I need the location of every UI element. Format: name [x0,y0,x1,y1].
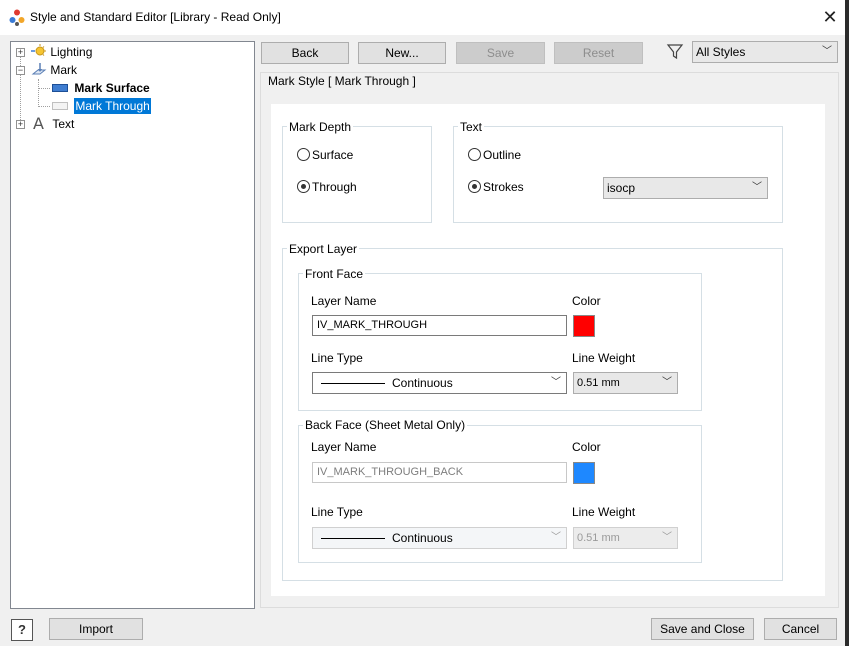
expand-icon[interactable]: + [16,120,25,129]
mark-depth-group [282,126,432,223]
outline-radio[interactable] [468,148,481,161]
tree-item-label: Mark Surface [74,81,150,95]
strokes-radio-label: Strokes [483,180,524,194]
reset-button[interactable]: Reset [554,42,643,64]
help-icon[interactable]: ? [11,619,33,641]
surface-radio[interactable] [297,148,310,161]
save-and-close-button[interactable]: Save and Close [651,618,754,640]
style-filter-dropdown[interactable]: All Styles ﹀ [692,41,838,63]
filter-icon[interactable] [666,43,684,61]
back-face-label: Back Face (Sheet Metal Only) [303,418,468,432]
text-group-label: Text [458,120,485,134]
text-group [453,126,783,223]
panel-title: Mark Style [ Mark Through ] [266,74,418,88]
text-font-value: isocp [607,181,636,195]
back-line-type-label: Line Type [311,505,363,519]
back-button[interactable]: Back [261,42,349,64]
save-button[interactable]: Save [456,42,545,64]
style-filter-value: All Styles [696,45,746,59]
text-icon: A [33,114,44,133]
chevron-down-icon: ﹀ [551,377,561,388]
tree-item-mark-through[interactable]: Mark Through [52,97,151,115]
mark-icon [31,62,47,76]
tree-item-label: Text [52,117,75,131]
front-line-type-value: Continuous [392,376,453,390]
tree-connector [38,88,50,89]
back-color-label: Color [572,440,601,454]
app-icon [9,9,26,26]
collapse-icon[interactable]: − [16,66,25,75]
back-layer-name-input[interactable]: IV_MARK_THROUGH_BACK [312,462,567,483]
new-button[interactable]: New... [358,42,446,64]
chevron-down-icon: ﹀ [662,377,672,388]
front-line-weight-dropdown[interactable]: 0.51 mm ﹀ [573,372,678,394]
tree-connector [38,106,50,107]
through-radio[interactable] [297,180,310,193]
mark-depth-label: Mark Depth [287,120,354,134]
import-button[interactable]: Import [49,618,143,640]
tree-connector [38,79,39,107]
back-line-weight-value: 0.51 mm [577,532,620,544]
mark-through-icon [52,102,68,110]
front-line-type-label: Line Type [311,351,363,365]
tree-item-mark-surface[interactable]: Mark Surface [52,79,150,97]
chevron-down-icon: ﹀ [752,182,762,193]
tree-connector [20,52,21,126]
chevron-down-icon: ﹀ [822,46,832,57]
close-icon[interactable]: ✕ [818,5,842,29]
cancel-button[interactable]: Cancel [764,618,837,640]
tree-item-lighting[interactable]: Lighting [31,43,92,61]
front-line-weight-label: Line Weight [572,351,636,365]
mark-surface-icon [52,84,68,92]
style-tree[interactable]: + Lighting − Mark Mark Surface Mark Thro… [10,41,255,609]
back-line-weight-label: Line Weight [572,505,636,519]
tree-item-label: Lighting [50,45,93,59]
line-sample [321,538,385,539]
through-radio-label: Through [312,180,357,194]
chevron-down-icon: ﹀ [662,532,672,543]
tree-item-mark[interactable]: Mark [31,61,77,79]
tree-item-text[interactable]: A Text [33,115,74,133]
chevron-down-icon: ﹀ [551,532,561,543]
lighting-icon [31,44,47,58]
outline-radio-label: Outline [483,148,522,162]
back-layer-name-label: Layer Name [311,440,377,454]
front-layer-name-label: Layer Name [311,294,377,308]
line-sample [321,383,385,384]
window-edge [845,0,849,646]
front-face-label: Front Face [303,267,366,281]
strokes-radio[interactable] [468,180,481,193]
tree-item-label: Mark Through [74,98,151,114]
front-layer-name-input[interactable]: IV_MARK_THROUGH [312,315,567,336]
tree-item-label: Mark [50,63,78,77]
front-line-weight-value: 0.51 mm [577,377,620,389]
back-line-type-value: Continuous [392,531,453,545]
back-color-swatch[interactable] [573,462,595,484]
export-layer-label: Export Layer [287,242,360,256]
window-title: Style and Standard Editor [Library - Rea… [30,10,281,24]
text-font-dropdown[interactable]: isocp ﹀ [603,177,768,199]
front-color-swatch[interactable] [573,315,595,337]
back-line-weight-dropdown[interactable]: 0.51 mm ﹀ [573,527,678,549]
surface-radio-label: Surface [312,148,354,162]
back-line-type-dropdown[interactable]: Continuous ﹀ [312,527,567,549]
front-line-type-dropdown[interactable]: Continuous ﹀ [312,372,567,394]
expand-icon[interactable]: + [16,48,25,57]
front-color-label: Color [572,294,601,308]
